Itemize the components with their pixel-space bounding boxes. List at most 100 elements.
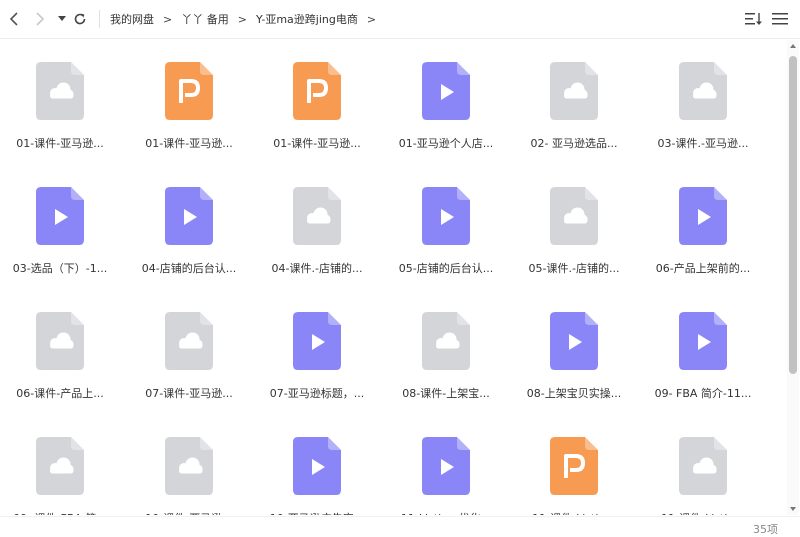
file-name: 04-课件.-店铺的... — [271, 262, 363, 275]
breadcrumb-separator: > — [163, 12, 173, 26]
cloud-file-icon — [36, 62, 84, 120]
ppt-file-icon — [165, 62, 213, 120]
file-item[interactable]: 05-店铺的后台认... — [386, 165, 506, 290]
file-item[interactable]: 01-课件-亚马逊... — [257, 40, 377, 165]
cloud-file-icon — [550, 187, 598, 245]
item-count: 35项 — [753, 523, 778, 536]
caret-down-icon — [58, 16, 66, 21]
cloud-file-icon — [422, 312, 470, 370]
vertical-scrollbar[interactable] — [787, 40, 799, 515]
ppt-file-icon — [293, 62, 341, 120]
file-name: 05-店铺的后台认... — [398, 262, 494, 275]
file-name: 10-课件-亚马逊... — [129, 510, 249, 515]
cloud-file-icon — [165, 312, 213, 370]
breadcrumb-separator: > — [237, 12, 247, 26]
file-item[interactable]: 07-课件-亚马逊... — [129, 290, 249, 415]
file-item[interactable]: 10-亚马逊广告实... — [257, 415, 377, 515]
video-file-icon — [293, 437, 341, 495]
file-name: 09- FBA 简介-11... — [654, 387, 752, 400]
scroll-down-arrow-icon[interactable] — [789, 505, 797, 513]
file-item[interactable]: 06-产品上架前的... — [643, 165, 763, 290]
video-file-icon — [679, 187, 727, 245]
video-file-icon — [679, 312, 727, 370]
cloud-file-icon — [679, 437, 727, 495]
scroll-up-arrow-icon[interactable] — [789, 42, 797, 50]
file-name: 03-课件.-亚马逊... — [657, 137, 749, 150]
file-name: 02- 亚马逊选品... — [530, 137, 618, 150]
video-file-icon — [550, 312, 598, 370]
file-name: 06-课件-产品上... — [16, 387, 104, 400]
file-name: 01-亚马逊个人店... — [398, 137, 494, 150]
breadcrumb-item-backup[interactable]: 丫丫 备用 — [181, 11, 229, 27]
toolbar: 我的网盘 > 丫丫 备用 > Y-亚ma逊跨jing电商 > — [0, 0, 800, 39]
cloud-file-icon — [550, 62, 598, 120]
file-item[interactable]: 09- 课件-FBA 简... — [0, 415, 120, 515]
file-item[interactable]: 11-课件-Listin... — [643, 415, 763, 515]
breadcrumb-item-root[interactable]: 我的网盘 — [110, 11, 154, 27]
cloud-file-icon — [165, 437, 213, 495]
chevron-right-icon — [36, 12, 45, 26]
file-item[interactable]: 05-课件.-店铺的... — [514, 165, 634, 290]
file-name: 11-课件-Listin... — [514, 510, 634, 515]
history-dropdown-button[interactable] — [55, 8, 69, 30]
file-name: 11-课件-Listin... — [643, 510, 763, 515]
file-name: 01-课件-亚马逊... — [145, 137, 233, 150]
list-view-icon — [772, 13, 788, 25]
sort-icon — [745, 13, 762, 25]
file-name: 09- 课件-FBA 简... — [0, 510, 120, 515]
video-file-icon — [293, 312, 341, 370]
file-item[interactable]: 02- 亚马逊选品... — [514, 40, 634, 165]
file-item[interactable]: 04-课件.-店铺的... — [257, 165, 377, 290]
file-name: 08-课件-上架宝... — [402, 387, 490, 400]
file-name: 11-Listing 优化... — [386, 510, 506, 515]
file-item[interactable]: 08-课件-上架宝... — [386, 290, 506, 415]
refresh-icon — [74, 13, 86, 25]
chevron-left-icon — [9, 12, 18, 26]
file-name: 03-选品（下）-1... — [12, 262, 108, 275]
video-file-icon — [422, 437, 470, 495]
breadcrumb-separator: > — [366, 12, 377, 26]
cloud-file-icon — [36, 437, 84, 495]
back-button[interactable] — [4, 8, 24, 30]
video-file-icon — [422, 62, 470, 120]
file-item[interactable]: 01-课件-亚马逊... — [0, 40, 120, 165]
file-item[interactable]: 07-亚马逊标题，... — [257, 290, 377, 415]
file-name: 05-课件.-店铺的... — [528, 262, 620, 275]
file-item[interactable]: 06-课件-产品上... — [0, 290, 120, 415]
breadcrumb: 我的网盘 > 丫丫 备用 > Y-亚ma逊跨jing电商 > — [110, 11, 385, 27]
file-name: 07-亚马逊标题，... — [269, 387, 365, 400]
refresh-button[interactable] — [70, 8, 90, 30]
cloud-file-icon — [679, 62, 727, 120]
scrollbar-thumb[interactable] — [789, 56, 797, 374]
status-bar: 35项 — [0, 516, 800, 537]
file-item[interactable]: 01-课件-亚马逊... — [129, 40, 249, 165]
file-name: 06-产品上架前的... — [655, 262, 751, 275]
file-item[interactable]: 01-亚马逊个人店... — [386, 40, 506, 165]
file-item[interactable]: 08-上架宝贝实操... — [514, 290, 634, 415]
cloud-file-icon — [36, 312, 84, 370]
file-name: 08-上架宝贝实操... — [526, 387, 622, 400]
file-name: 07-课件-亚马逊... — [145, 387, 233, 400]
video-file-icon — [165, 187, 213, 245]
file-item[interactable]: 04-店铺的后台认... — [129, 165, 249, 290]
file-item[interactable]: 11-Listing 优化... — [386, 415, 506, 515]
file-name: 01-课件-亚马逊... — [16, 137, 104, 150]
video-file-icon — [422, 187, 470, 245]
breadcrumb-item-current[interactable]: Y-亚ma逊跨jing电商 — [256, 11, 358, 27]
file-item[interactable]: 10-课件-亚马逊... — [129, 415, 249, 515]
view-mode-button[interactable] — [770, 9, 790, 29]
file-item[interactable]: 09- FBA 简介-11... — [643, 290, 763, 415]
file-item[interactable]: 11-课件-Listin... — [514, 415, 634, 515]
toolbar-divider — [99, 10, 100, 28]
file-name: 04-店铺的后台认... — [141, 262, 237, 275]
file-name: 10-亚马逊广告实... — [257, 510, 377, 515]
forward-button[interactable] — [30, 8, 50, 30]
file-item[interactable]: 03-课件.-亚马逊... — [643, 40, 763, 165]
file-item[interactable]: 03-选品（下）-1... — [0, 165, 120, 290]
file-name: 01-课件-亚马逊... — [273, 137, 361, 150]
file-grid: 01-课件-亚马逊... 01-课件-亚马逊... 01-课件-亚马逊... 01-亚… — [0, 40, 786, 515]
ppt-file-icon — [550, 437, 598, 495]
cloud-file-icon — [293, 187, 341, 245]
sort-button[interactable] — [744, 9, 764, 29]
video-file-icon — [36, 187, 84, 245]
